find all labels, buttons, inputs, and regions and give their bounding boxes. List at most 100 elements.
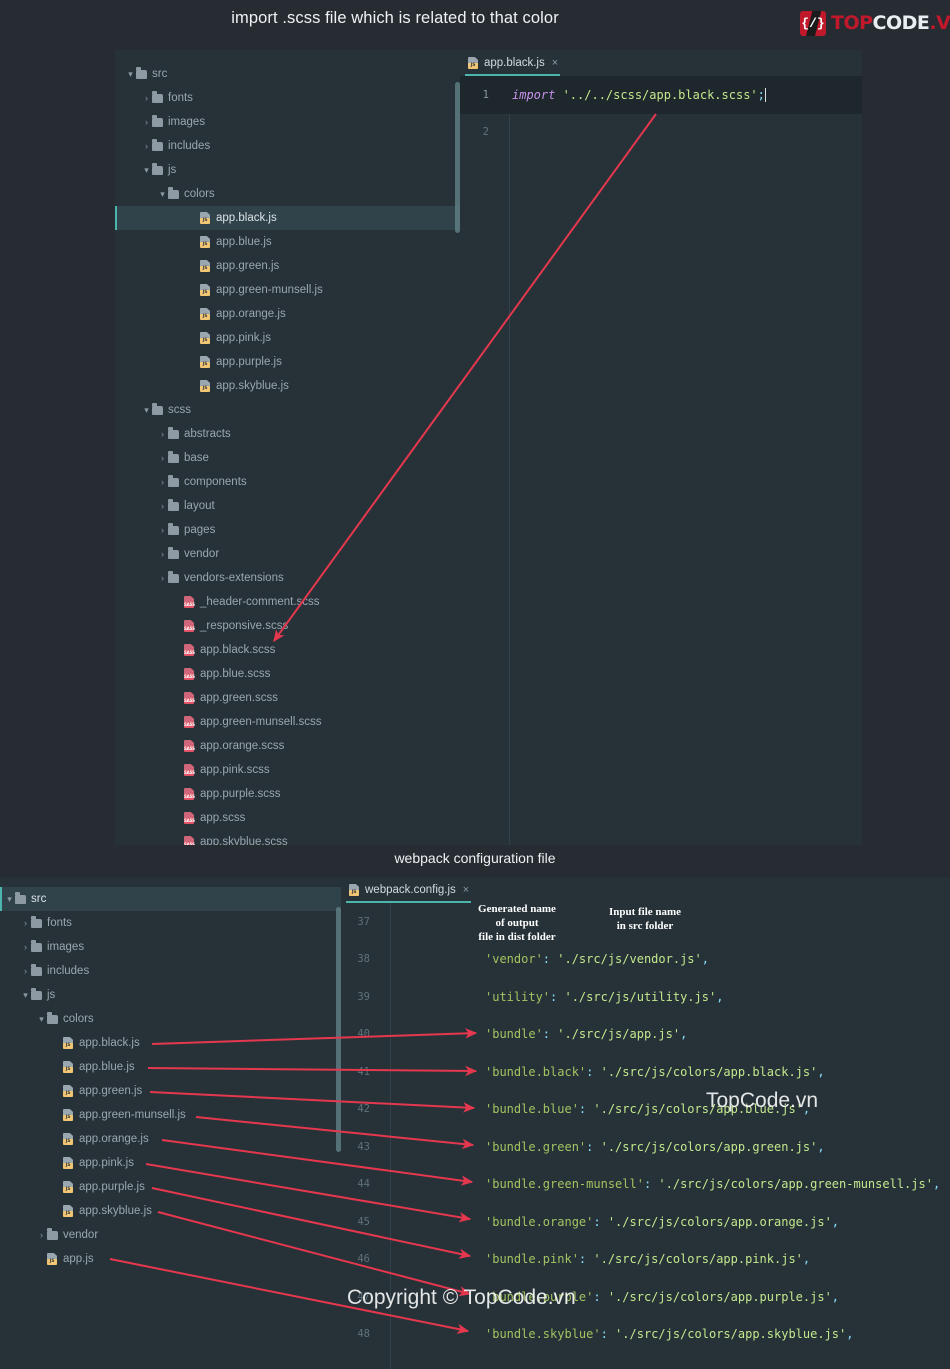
chevron-down-icon[interactable]: ▾ — [141, 405, 152, 416]
tree-item-app-skyblue-scss[interactable]: ›SASSapp.skyblue.scss — [115, 830, 460, 845]
tab-app-black-js[interactable]: JS app.black.js × — [460, 50, 565, 76]
chevron-down-icon[interactable]: ▾ — [20, 990, 31, 1001]
tree-item-app-skyblue-js[interactable]: ›JSapp.skyblue.js — [0, 1199, 341, 1223]
close-icon[interactable]: × — [463, 884, 469, 896]
tree-item-app-scss[interactable]: ›SASSapp.scss — [115, 806, 460, 830]
tree-item-app-js[interactable]: ›JSapp.js — [0, 1247, 341, 1271]
code-area-top[interactable]: 1 import '../../scss/app.black.scss'; 2 — [460, 76, 862, 845]
code-line-45[interactable]: 45 'bundle.orange': './src/js/colors/app.… — [341, 1203, 950, 1241]
tree-item-app-green-js[interactable]: ›JSapp.green.js — [0, 1079, 341, 1103]
tree-item-app-black-scss[interactable]: ›SASSapp.black.scss — [115, 638, 460, 662]
tree-item-includes[interactable]: › includes — [0, 959, 341, 983]
tree-item-js[interactable]: ▾ js — [115, 158, 460, 182]
line-number: 43 — [357, 1140, 370, 1153]
scss-file-icon: SASS — [184, 716, 195, 728]
tree-item-app-orange-scss[interactable]: ›SASSapp.orange.scss — [115, 734, 460, 758]
project-file-tree-top[interactable]: ▾ src › fonts › images › includes ▾ js ▾ colors › JS a… — [115, 50, 460, 845]
tree-item-abstracts[interactable]: › abstracts — [115, 422, 460, 446]
tree-item-vendor[interactable]: › vendor — [115, 542, 460, 566]
tree-item--header-comment-scss[interactable]: ›SASS_header-comment.scss — [115, 590, 460, 614]
tree-item-components[interactable]: › components — [115, 470, 460, 494]
code-line-43[interactable]: 43 'bundle.green': './src/js/colors/app.g… — [341, 1128, 950, 1166]
tree-item-app-pink-js[interactable]: ›JSapp.pink.js — [0, 1151, 341, 1175]
tree-item-app-green-munsell-js[interactable]: ›JSapp.green-munsell.js — [115, 278, 460, 302]
chevron-right-icon[interactable]: › — [157, 453, 168, 463]
chevron-right-icon[interactable]: › — [20, 942, 31, 952]
object-key-token: 'bundle.green-munsell' — [485, 1177, 644, 1192]
code-line-44[interactable]: 44 'bundle.green-munsell': './src/js/colo… — [341, 1166, 950, 1204]
chevron-right-icon[interactable]: › — [141, 93, 152, 103]
tree-item-app-green-munsell-js[interactable]: ›JSapp.green-munsell.js — [0, 1103, 341, 1127]
tree-item-src[interactable]: ▾ src — [0, 887, 341, 911]
tree-item-app-blue-scss[interactable]: ›SASSapp.blue.scss — [115, 662, 460, 686]
tab-webpack-config-js[interactable]: JS webpack.config.js × — [341, 877, 476, 903]
code-line-38[interactable]: 38 'vendor': './src/js/vendor.js', — [341, 941, 950, 979]
tree-item-app-blue-js[interactable]: ›JSapp.blue.js — [115, 230, 460, 254]
code-line-48[interactable]: 48 'bundle.skyblue': './src/js/colors/app… — [341, 1316, 950, 1354]
code-line-40[interactable]: 40 'bundle': './src/js/app.js', — [341, 1016, 950, 1054]
tree-item-colors[interactable]: ▾ colors — [115, 182, 460, 206]
tree-item--responsive-scss[interactable]: ›SASS_responsive.scss — [115, 614, 460, 638]
tree-item-fonts[interactable]: › fonts — [0, 911, 341, 935]
tree-item-app-green-scss[interactable]: ›SASSapp.green.scss — [115, 686, 460, 710]
chevron-down-icon[interactable]: ▾ — [125, 69, 136, 80]
tree-item-js[interactable]: ▾ js — [0, 983, 341, 1007]
tree-item-scss[interactable]: ▾ scss — [115, 398, 460, 422]
chevron-right-icon[interactable]: › — [36, 1230, 47, 1240]
tree-item-layout[interactable]: › layout — [115, 494, 460, 518]
tree-item-app-pink-scss[interactable]: ›SASSapp.pink.scss — [115, 758, 460, 782]
colon-token: : — [593, 1214, 608, 1229]
tree-item-app-blue-js[interactable]: ›JSapp.blue.js — [0, 1055, 341, 1079]
tree-item-label: components — [184, 476, 247, 488]
code-line-2[interactable]: 2 — [460, 114, 862, 152]
tree-item-fonts[interactable]: › fonts — [115, 86, 460, 110]
tree-item-includes[interactable]: › includes — [115, 134, 460, 158]
code-line-39[interactable]: 39 'utility': './src/js/utility.js', — [341, 978, 950, 1016]
chevron-right-icon[interactable]: › — [157, 429, 168, 439]
comma-token: , — [846, 1327, 854, 1342]
tree-item-label: app.blue.js — [79, 1061, 135, 1073]
tree-item-images[interactable]: › images — [115, 110, 460, 134]
code-line-46[interactable]: 46 'bundle.pink': './src/js/colors/app.pi… — [341, 1241, 950, 1279]
chevron-right-icon[interactable]: › — [157, 477, 168, 487]
tree-item-src[interactable]: ▾ src — [115, 62, 460, 86]
code-line-1[interactable]: 1 import '../../scss/app.black.scss'; — [460, 76, 862, 114]
tree-item-app-black-js[interactable]: ›JSapp.black.js — [0, 1031, 341, 1055]
chevron-down-icon[interactable]: ▾ — [157, 189, 168, 200]
project-file-tree-bottom[interactable]: ▾ src › fonts › images › includes ▾ js ▾ colors › JS a… — [0, 877, 341, 1369]
tree-item-colors[interactable]: ▾ colors — [0, 1007, 341, 1031]
chevron-right-icon[interactable]: › — [20, 918, 31, 928]
tree-item-vendors-extensions[interactable]: › vendors-extensions — [115, 566, 460, 590]
tree-item-app-orange-js[interactable]: ›JSapp.orange.js — [0, 1127, 341, 1151]
tree-item-app-green-munsell-scss[interactable]: ›SASSapp.green-munsell.scss — [115, 710, 460, 734]
tree-item-pages[interactable]: › pages — [115, 518, 460, 542]
tree-item-app-pink-js[interactable]: ›JSapp.pink.js — [115, 326, 460, 350]
chevron-right-icon[interactable]: › — [141, 141, 152, 151]
tree-item-app-purple-js[interactable]: ›JSapp.purple.js — [0, 1175, 341, 1199]
tree-item-app-purple-scss[interactable]: ›SASSapp.purple.scss — [115, 782, 460, 806]
code-line-41[interactable]: 41 'bundle.black': './src/js/colors/app.b… — [341, 1053, 950, 1091]
chevron-down-icon[interactable]: ▾ — [4, 894, 15, 905]
tree-item-app-orange-js[interactable]: ›JSapp.orange.js — [115, 302, 460, 326]
chevron-down-icon[interactable]: ▾ — [141, 165, 152, 176]
folder-icon — [152, 139, 163, 151]
tree-item-app-black-js[interactable]: ›JSapp.black.js — [115, 206, 460, 230]
tree-item-app-purple-js[interactable]: ›JSapp.purple.js — [115, 350, 460, 374]
chevron-right-icon[interactable]: › — [157, 573, 168, 583]
tree-item-images[interactable]: › images — [0, 935, 341, 959]
chevron-right-icon[interactable]: › — [157, 525, 168, 535]
tree-item-label: vendor — [63, 1229, 99, 1241]
close-icon[interactable]: × — [552, 57, 558, 69]
tree-item-app-green-js[interactable]: ›JSapp.green.js — [115, 254, 460, 278]
annotation-output-name: Generated name of output file in dist fold… — [478, 903, 556, 943]
chevron-right-icon[interactable]: › — [20, 966, 31, 976]
tree-item-app-skyblue-js[interactable]: ›JSapp.skyblue.js — [115, 374, 460, 398]
chevron-down-icon[interactable]: ▾ — [36, 1014, 47, 1025]
tab-bar-bottom: JS webpack.config.js × — [341, 877, 950, 903]
code-line-42[interactable]: 42'bundle.blue': './src/js/colors/app.bl… — [341, 1091, 950, 1129]
chevron-right-icon[interactable]: › — [157, 501, 168, 511]
tree-item-base[interactable]: › base — [115, 446, 460, 470]
tree-item-vendor[interactable]: › vendor — [0, 1223, 341, 1247]
chevron-right-icon[interactable]: › — [157, 549, 168, 559]
chevron-right-icon[interactable]: › — [141, 117, 152, 127]
